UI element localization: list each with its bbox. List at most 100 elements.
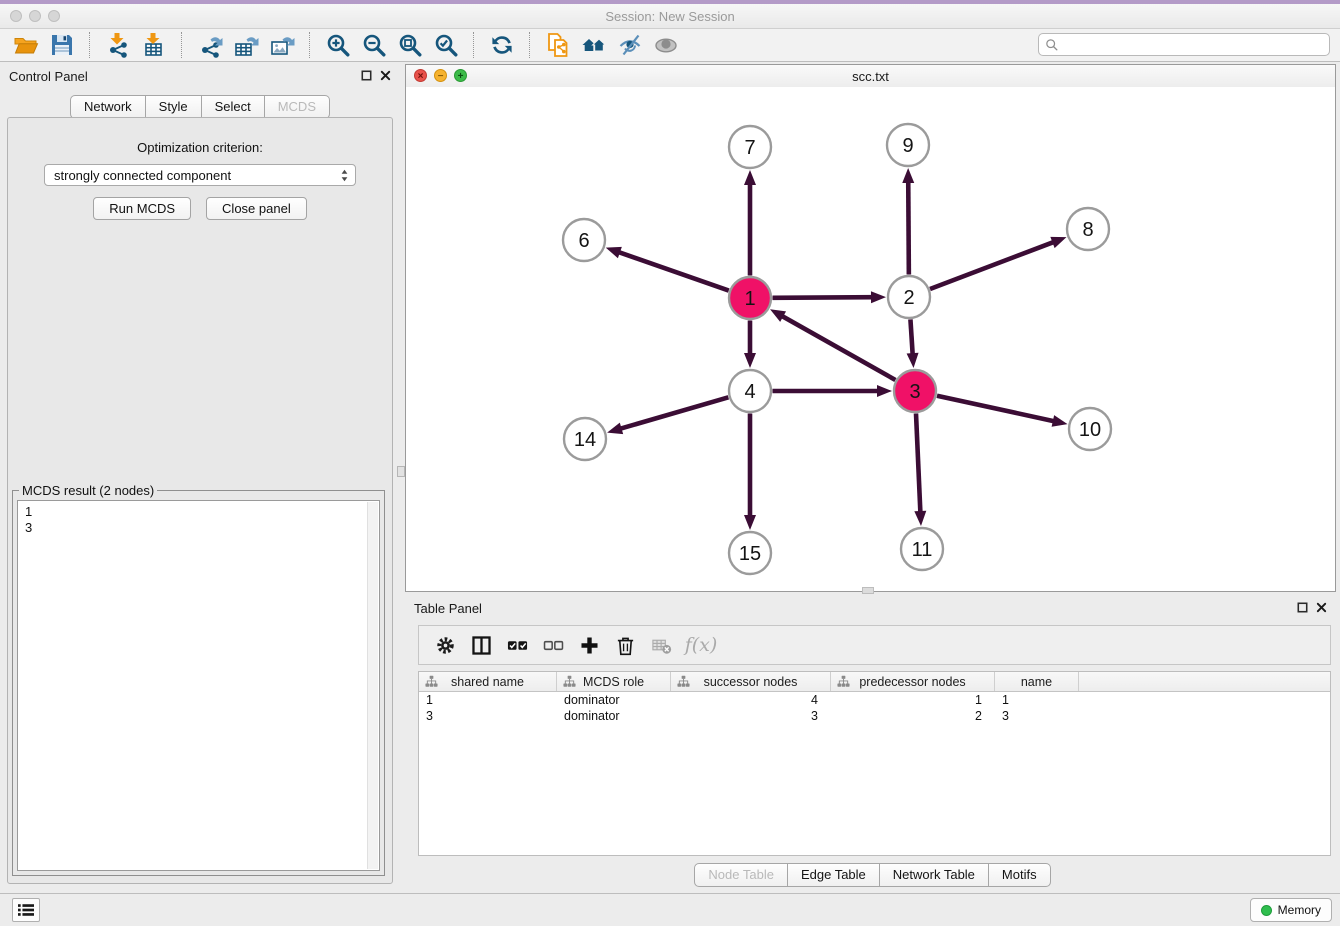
network-frame-titlebar[interactable]: × − + scc.txt (406, 65, 1335, 88)
svg-text:8: 8 (1082, 219, 1093, 241)
graph-node-15[interactable]: 15 (729, 532, 771, 574)
graph-edge-3-11[interactable] (914, 413, 926, 526)
graph-node-4[interactable]: 4 (729, 370, 771, 412)
table-cell[interactable]: 2 (831, 708, 995, 724)
tab-node-table[interactable]: Node Table (694, 863, 788, 887)
tab-edge-table[interactable]: Edge Table (788, 863, 880, 887)
graph-edge-3-10[interactable] (937, 396, 1068, 427)
graph-edge-2-9[interactable] (902, 168, 914, 275)
horizontal-splitter-grip[interactable] (862, 587, 874, 594)
graph-edge-3-1[interactable] (770, 309, 895, 380)
memory-status-icon (1261, 905, 1272, 916)
column-header-shared-name[interactable]: shared name (419, 672, 557, 691)
graph-node-7[interactable]: 7 (729, 126, 771, 168)
zoom-out-button[interactable] (356, 30, 392, 60)
import-table-button[interactable] (136, 30, 172, 60)
graph-node-9[interactable]: 9 (887, 124, 929, 166)
table-cell[interactable]: 3 (995, 708, 1079, 724)
table-toolbar: f(x) (418, 625, 1331, 665)
graph-edge-4-14[interactable] (607, 397, 728, 434)
graph-edge-1-6[interactable] (606, 247, 729, 291)
tab-network[interactable]: Network (70, 95, 146, 119)
import-network-button[interactable] (100, 30, 136, 60)
table-cell[interactable]: 4 (671, 692, 831, 708)
tab-mcds[interactable]: MCDS (265, 95, 330, 119)
open-session-button[interactable] (8, 30, 44, 60)
mcds-result-textarea[interactable]: 1 3 (17, 500, 380, 871)
column-label: name (1021, 675, 1052, 689)
tab-select[interactable]: Select (202, 95, 265, 119)
graph-edge-4-3[interactable] (773, 385, 893, 397)
graph-edge-1-7[interactable] (744, 170, 756, 276)
duplicate-network-button[interactable] (540, 30, 576, 60)
graph-node-6[interactable]: 6 (563, 219, 605, 261)
hierarchy-icon (563, 675, 576, 691)
hide-display-button[interactable] (612, 30, 648, 60)
show-display-button[interactable] (648, 30, 684, 60)
task-history-button[interactable] (12, 898, 40, 922)
split-columns-button[interactable] (465, 629, 497, 661)
column-header-MCDS-role[interactable]: MCDS role (557, 672, 671, 691)
table-row[interactable]: 3dominator323 (419, 708, 1330, 724)
toolbar-separator (473, 32, 475, 58)
result-scrollbar[interactable] (367, 502, 378, 869)
deselect-checks-icon (543, 635, 564, 656)
table-row[interactable]: 1dominator411 (419, 692, 1330, 708)
hierarchy-icon (837, 675, 850, 691)
save-session-button[interactable] (44, 30, 80, 60)
table-cell[interactable]: 3 (419, 708, 557, 724)
criterion-select[interactable]: strongly connected component (44, 164, 356, 186)
zoom-fit-button[interactable] (392, 30, 428, 60)
tab-motifs[interactable]: Motifs (989, 863, 1051, 887)
zoom-out-icon (361, 32, 387, 58)
graph-node-10[interactable]: 10 (1069, 408, 1111, 450)
delete-row-icon (615, 635, 636, 656)
table-cell[interactable]: dominator (557, 692, 671, 708)
close-table-panel-icon[interactable] (1315, 601, 1328, 614)
delete-table-button (645, 629, 677, 661)
export-image-button[interactable] (264, 30, 300, 60)
graph-edge-4-15[interactable] (744, 414, 756, 531)
add-row-button[interactable] (573, 629, 605, 661)
table-cell[interactable]: 1 (419, 692, 557, 708)
table-cell[interactable]: 1 (995, 692, 1079, 708)
tab-style[interactable]: Style (146, 95, 202, 119)
float-panel-icon[interactable] (360, 69, 373, 82)
graph-edge-2-8[interactable] (930, 237, 1066, 289)
zoom-selected-button[interactable] (428, 30, 464, 60)
export-network-button[interactable] (192, 30, 228, 60)
table-cell[interactable]: 3 (671, 708, 831, 724)
graph-node-1[interactable]: 1 (729, 277, 771, 319)
refresh-button[interactable] (484, 30, 520, 60)
table-cell[interactable]: dominator (557, 708, 671, 724)
graph-node-3[interactable]: 3 (894, 370, 936, 412)
search-input[interactable] (1059, 37, 1329, 53)
memory-button[interactable]: Memory (1250, 898, 1332, 922)
graph-node-2[interactable]: 2 (888, 276, 930, 318)
delete-row-button[interactable] (609, 629, 641, 661)
run-mcds-button[interactable]: Run MCDS (93, 197, 191, 220)
close-panel-icon[interactable] (379, 69, 392, 82)
export-table-button[interactable] (228, 30, 264, 60)
network-canvas[interactable]: 7 9 6 8 1 2 4 3 10 14 15 11 (406, 87, 1335, 591)
graph-node-8[interactable]: 8 (1067, 208, 1109, 250)
tab-network-table[interactable]: Network Table (880, 863, 989, 887)
vertical-splitter-grip[interactable] (397, 466, 405, 477)
table-cell[interactable]: 1 (831, 692, 995, 708)
graph-node-11[interactable]: 11 (901, 528, 943, 570)
graph-edge-1-4[interactable] (744, 321, 756, 369)
float-table-panel-icon[interactable] (1296, 601, 1309, 614)
deselect-checks-button[interactable] (537, 629, 569, 661)
graph-edge-2-3[interactable] (907, 319, 919, 368)
column-header-predecessor-nodes[interactable]: predecessor nodes (831, 672, 995, 691)
graph-edge-1-2[interactable] (772, 291, 886, 303)
svg-text:4: 4 (744, 381, 755, 403)
column-header-name[interactable]: name (995, 672, 1079, 691)
home-button[interactable] (576, 30, 612, 60)
close-panel-button[interactable]: Close panel (206, 197, 307, 220)
table-settings-button[interactable] (429, 629, 461, 661)
zoom-in-button[interactable] (320, 30, 356, 60)
graph-node-14[interactable]: 14 (564, 418, 606, 460)
column-header-successor-nodes[interactable]: successor nodes (671, 672, 831, 691)
select-all-checks-button[interactable] (501, 629, 533, 661)
